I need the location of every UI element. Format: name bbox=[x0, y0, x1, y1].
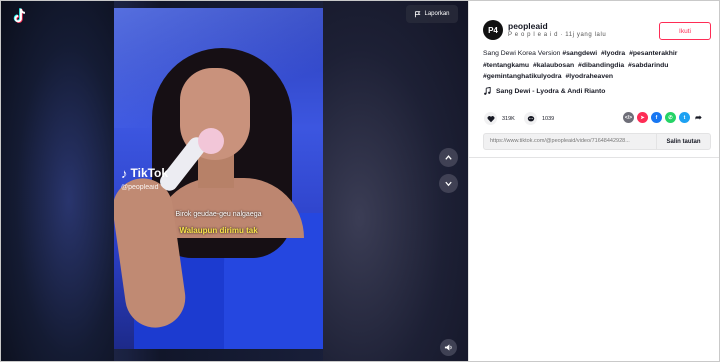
follow-button[interactable]: Ikuti bbox=[659, 22, 711, 40]
hashtag-link[interactable]: #dibandingdia bbox=[578, 62, 624, 69]
video-url-field[interactable]: https://www.tiktok.com/@peopleaid/video/… bbox=[484, 134, 656, 149]
music-link[interactable]: Sang Dewi - Lyodra & Andi Rianto bbox=[483, 87, 605, 95]
hashtag-link[interactable]: #lyodra bbox=[601, 50, 625, 57]
author-display-name: P e o p l e a i d bbox=[508, 32, 559, 38]
music-note-icon bbox=[484, 87, 491, 95]
comment-count: 1039 bbox=[542, 115, 555, 122]
tiktok-logo-icon: ♪ bbox=[121, 165, 128, 181]
tiktok-watermark: ♪ TikTok @peopleaid bbox=[121, 166, 168, 191]
subtitle-line-1: Birok geudae-geu nalgaega bbox=[175, 211, 262, 218]
watermark-handle: @peopleaid bbox=[121, 184, 159, 191]
facebook-icon[interactable]: f bbox=[651, 112, 662, 123]
previous-video-button[interactable] bbox=[439, 148, 458, 167]
embed-icon[interactable]: </> bbox=[623, 112, 634, 123]
comments-divider bbox=[469, 157, 719, 158]
tiktok-logo-icon[interactable] bbox=[11, 7, 29, 25]
whatsapp-icon[interactable]: ✆ bbox=[665, 112, 676, 123]
author-avatar[interactable]: P4 bbox=[483, 20, 503, 40]
author-username[interactable]: peopleaid bbox=[508, 21, 548, 31]
report-button[interactable]: Laporkan bbox=[406, 5, 458, 23]
video-caption: Sang Dewi Korea Version #sangdewi #lyodr… bbox=[483, 48, 713, 83]
like-count: 319K bbox=[502, 115, 515, 122]
share-arrow-icon[interactable]: ➦ bbox=[693, 112, 704, 123]
video-info-panel: P4 peopleaid P e o p l e a i d · 11j yan… bbox=[468, 1, 719, 361]
volume-button[interactable] bbox=[440, 339, 457, 356]
subtitle-line-2: Walaupun dirimu tak bbox=[179, 226, 258, 235]
like-button[interactable]: 319K bbox=[484, 112, 515, 125]
hashtag-link[interactable]: #pesanterakhir bbox=[629, 50, 677, 57]
author-subline: P e o p l e a i d · 11j yang lalu bbox=[508, 32, 606, 38]
share-options: </> ➤ f ✆ t ➦ bbox=[623, 112, 704, 123]
video-viewer: ♪ TikTok @peopleaid Birok geudae-geu nal… bbox=[1, 1, 468, 361]
chevron-down-icon bbox=[445, 181, 452, 187]
send-icon[interactable]: ➤ bbox=[637, 112, 648, 123]
tiktok-video-page: ♪ TikTok @peopleaid Birok geudae-geu nal… bbox=[0, 0, 720, 362]
post-time: 11j yang lalu bbox=[565, 32, 607, 38]
copy-link-button[interactable]: Salin tautan bbox=[656, 134, 710, 149]
share-link-row: https://www.tiktok.com/@peopleaid/video/… bbox=[483, 133, 711, 150]
hashtag-link[interactable]: #lyodraheaven bbox=[565, 73, 613, 80]
music-title: Sang Dewi - Lyodra & Andi Rianto bbox=[496, 87, 606, 95]
comment-icon bbox=[527, 115, 534, 121]
volume-icon bbox=[444, 344, 452, 351]
chevron-up-icon bbox=[445, 155, 452, 160]
caption-text: Sang Dewi Korea Version bbox=[483, 50, 561, 57]
comment-button[interactable]: 1039 bbox=[524, 112, 554, 125]
hashtag-link[interactable]: #kalaubosan bbox=[533, 62, 574, 69]
hashtag-link[interactable]: #gemintanghatikulyodra bbox=[483, 73, 562, 80]
watermark-brand: TikTok bbox=[130, 166, 169, 180]
report-label: Laporkan bbox=[424, 11, 450, 17]
blurred-background-left bbox=[1, 1, 114, 361]
hashtag-link[interactable]: #tentangkamu bbox=[483, 62, 529, 69]
hashtag-link[interactable]: #sabdarindu bbox=[628, 62, 668, 69]
hashtag-link[interactable]: #sangdewi bbox=[562, 50, 597, 57]
heart-icon bbox=[487, 115, 494, 122]
twitter-icon[interactable]: t bbox=[679, 112, 690, 123]
flag-icon bbox=[415, 10, 421, 17]
video-player[interactable]: ♪ TikTok @peopleaid Birok geudae-geu nal… bbox=[114, 8, 323, 349]
next-video-button[interactable] bbox=[439, 174, 458, 193]
